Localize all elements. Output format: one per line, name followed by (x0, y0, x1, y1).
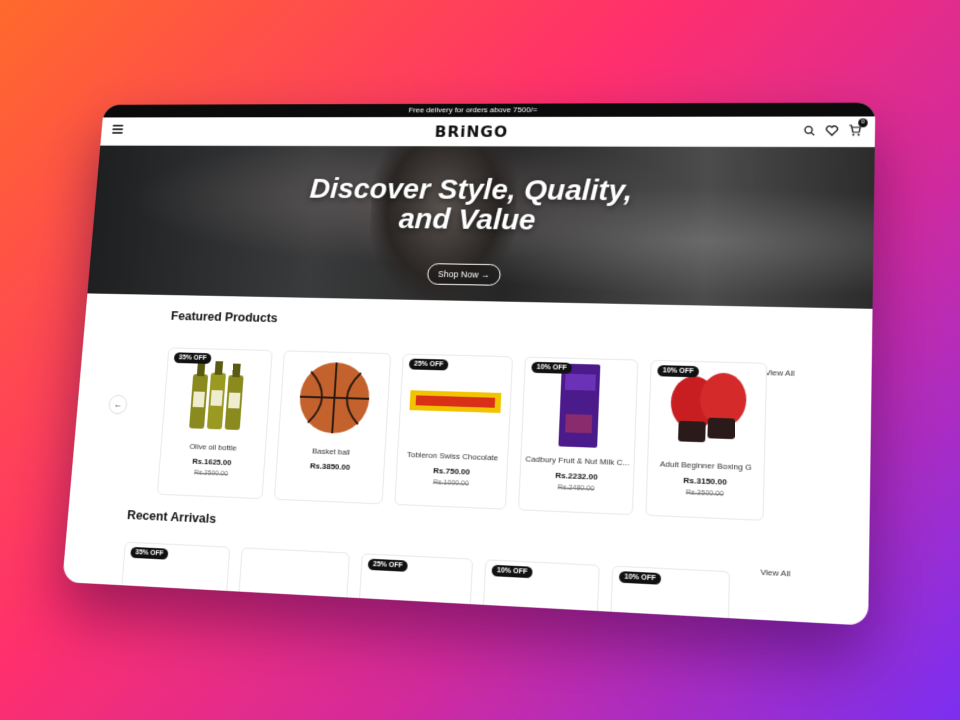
discount-badge: 10% OFF (491, 564, 533, 579)
product-card[interactable]: 10% OFF Cadbury Fruit & Nut Milk C... Rs… (517, 356, 639, 516)
product-carousel: 35% OFF Olive oil bottle Rs.1625.00 Rs.2… (156, 347, 846, 524)
discount-badge: 25% OFF (408, 358, 449, 371)
carousel-prev-button[interactable]: ← (107, 394, 128, 415)
product-card[interactable] (237, 547, 351, 616)
view-all-link[interactable]: View All (765, 368, 795, 378)
product-old-price: Rs.1000.00 (432, 479, 469, 488)
product-price: Rs.750.00 (432, 466, 471, 477)
discount-badge: 35% OFF (130, 546, 169, 560)
product-card[interactable]: 10% OFF Adult Beginner Boxing G Rs.3150.… (645, 359, 768, 521)
product-card[interactable]: 10% OFF (609, 565, 731, 626)
cart-count-badge: 0 (858, 118, 868, 128)
product-carousel: 35% OFF 25% OFF 10% OFF 10% OFF (119, 541, 843, 626)
product-name: Cadbury Fruit & Nut Milk C... (525, 454, 630, 468)
product-price: Rs.1625.00 (192, 456, 232, 468)
product-card[interactable]: Basket ball Rs.3850.00 (273, 350, 392, 505)
product-old-price: Rs.2480.00 (557, 484, 595, 493)
product-price: Rs.2232.00 (555, 470, 598, 482)
product-name: Basket ball (311, 446, 351, 457)
device-frame: Free delivery for orders above 7500/= BR… (62, 102, 876, 626)
section-title: Featured Products (170, 308, 279, 326)
search-icon[interactable] (802, 123, 817, 137)
basketball-image (279, 351, 390, 445)
featured-products-section: Featured Products View All ← → 35% OFF (70, 307, 872, 526)
heart-icon[interactable] (824, 123, 839, 137)
hero-title-line2: and Value (397, 203, 537, 237)
view-all-link[interactable]: View All (760, 567, 790, 578)
announcement-bar: Free delivery for orders above 7500/= (102, 102, 876, 118)
header-actions: 0 (802, 118, 868, 137)
discount-badge: 10% OFF (657, 365, 700, 378)
discount-badge: 35% OFF (173, 352, 212, 364)
site-logo[interactable]: BRiNGO (434, 122, 508, 140)
discount-badge: 10% OFF (531, 361, 572, 374)
product-card[interactable]: 35% OFF (119, 541, 231, 610)
cart-icon[interactable]: 0 (848, 118, 868, 137)
product-price: Rs.3150.00 (683, 475, 728, 487)
site-header: BRiNGO 0 (100, 116, 876, 148)
product-name: Tobleron Swiss Chocolate (406, 449, 499, 463)
product-name: Olive oil bottle (189, 441, 237, 453)
product-card[interactable]: 10% OFF (482, 559, 600, 626)
product-price: Rs.3850.00 (309, 461, 351, 472)
product-card[interactable]: 25% OFF Tobleron Swiss Chocolate Rs.750.… (394, 353, 514, 510)
browser-screen: Free delivery for orders above 7500/= BR… (62, 102, 876, 626)
hero-banner: Discover Style, Quality, and Value Shop … (87, 145, 875, 309)
menu-icon[interactable] (111, 124, 124, 136)
product-old-price: Rs.2500.00 (193, 469, 229, 478)
product-old-price: Rs.3500.00 (685, 489, 724, 499)
shop-now-button[interactable]: Shop Now → (426, 263, 502, 286)
discount-badge: 25% OFF (367, 558, 408, 572)
product-card[interactable]: 25% OFF (357, 553, 474, 623)
product-card[interactable]: 35% OFF Olive oil bottle Rs.1625.00 Rs.2… (156, 347, 273, 500)
product-name: Adult Beginner Boxing G (659, 459, 752, 473)
discount-badge: 10% OFF (618, 571, 662, 585)
hero-title: Discover Style, Quality, and Value (93, 173, 874, 240)
recent-arrivals-section: Recent Arrivals View All 35% OFF 25% OFF… (62, 505, 869, 626)
